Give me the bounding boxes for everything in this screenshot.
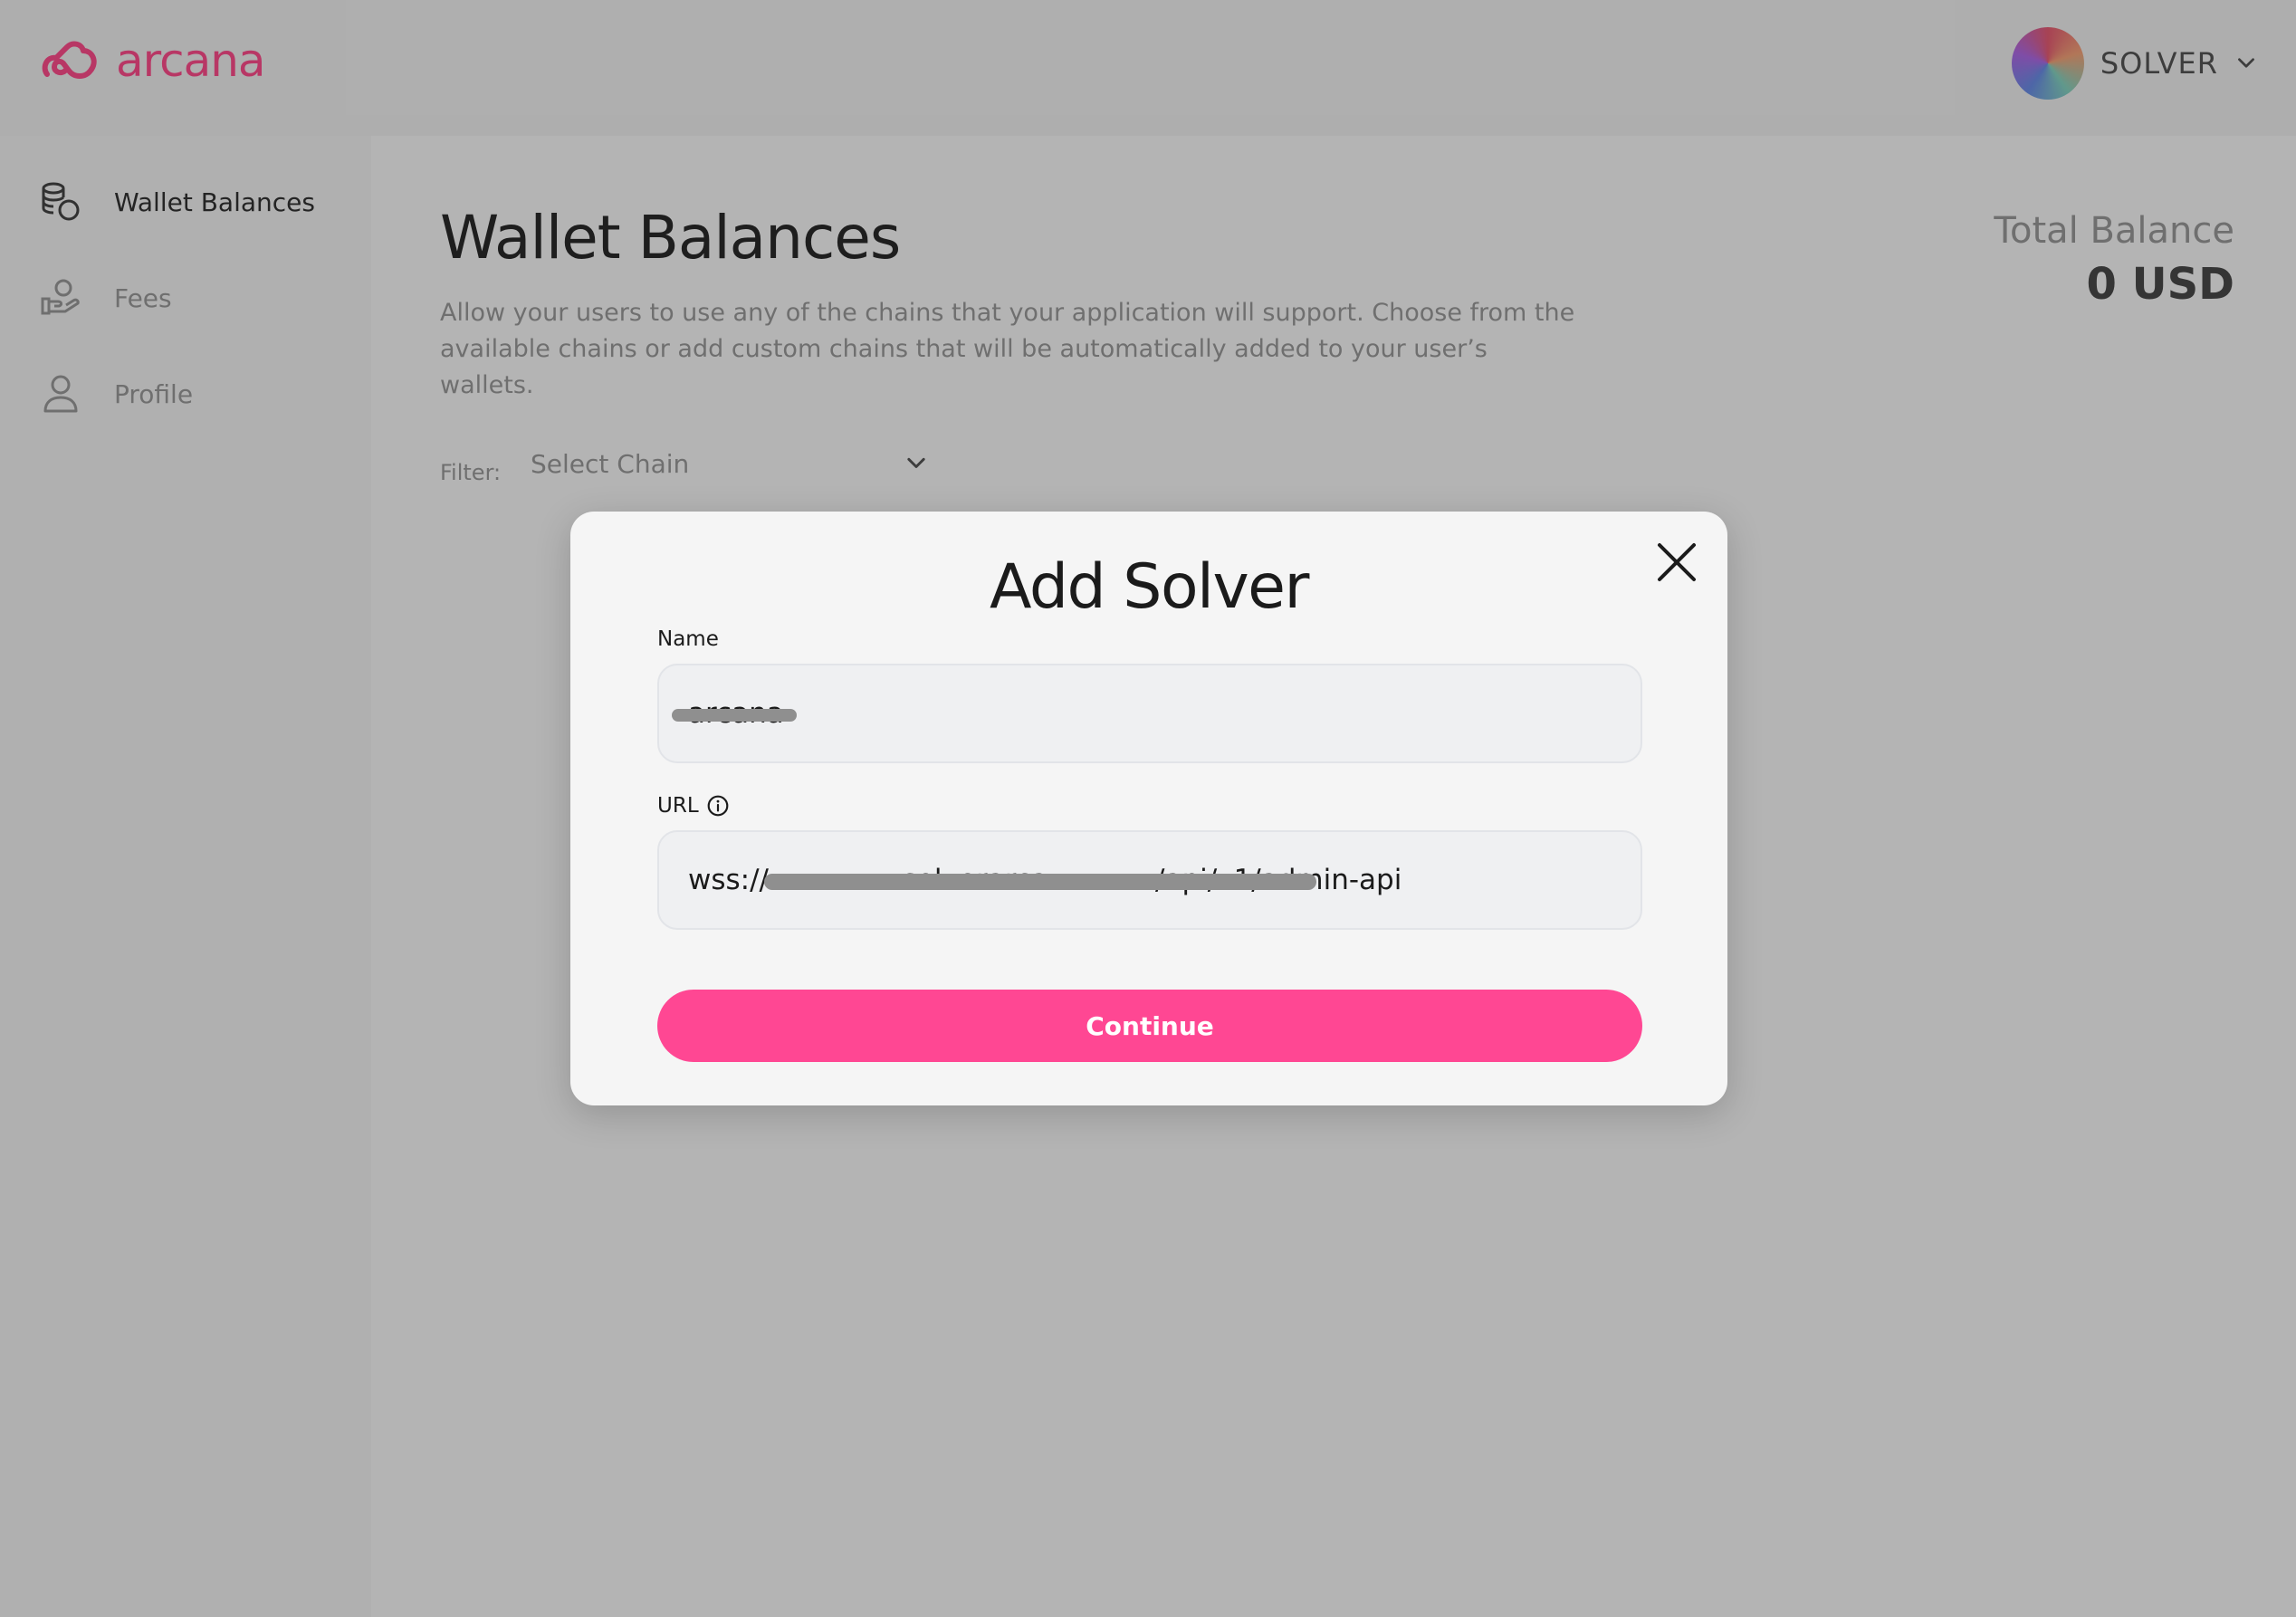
name-field-label: Name [657,627,719,651]
url-field-label: URL [657,794,730,818]
url-label-text: URL [657,794,699,818]
continue-button[interactable]: Continue [657,990,1642,1062]
close-button[interactable] [1651,537,1702,588]
dialog-title: Add Solver [990,551,1309,623]
info-icon[interactable] [706,794,730,818]
name-redaction [672,709,797,722]
name-field[interactable] [657,664,1642,763]
close-icon [1658,543,1696,581]
name-label-text: Name [657,627,719,651]
url-redaction [764,874,1316,890]
add-solver-dialog: Add Solver Name URL Continue [570,512,1727,1105]
